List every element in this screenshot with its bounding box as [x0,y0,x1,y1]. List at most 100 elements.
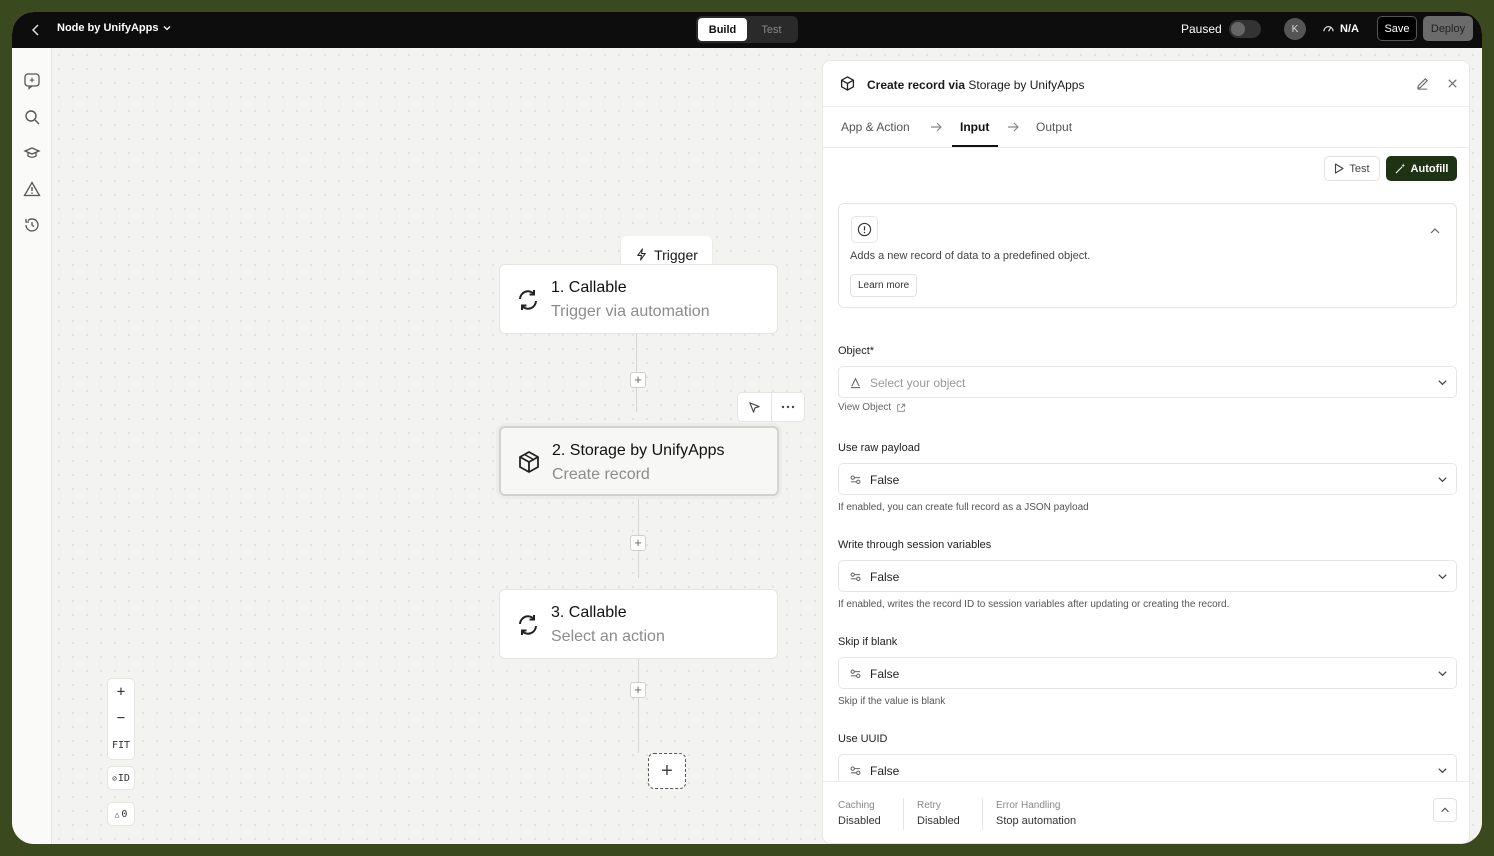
raw-payload-label: Use raw payload [838,442,920,454]
tab-test[interactable]: Test [747,18,796,41]
object-select[interactable]: Select your object [838,366,1457,398]
learn-more-button[interactable]: Learn more [850,274,918,297]
retry-setting[interactable]: Retry Disabled [917,800,960,827]
ids-label: ID [117,772,130,784]
test-step-button[interactable]: Test [1324,156,1380,181]
toggle-ids-button[interactable]: ⊘ ID [107,766,135,790]
object-label: Object* [838,345,875,357]
magic-wand-icon [1395,163,1405,174]
error-handling-setting[interactable]: Error Handling Stop automation [996,800,1076,827]
chevron-up-icon[interactable] [1428,224,1442,238]
step-config-panel: Create record via Storage by UnifyApps A… [822,60,1470,844]
add-step-button[interactable]: + [630,535,646,551]
cube-icon [839,75,856,92]
app-title: Node by UnifyApps [57,22,159,34]
paused-toggle[interactable] [1229,20,1261,38]
tab-input[interactable]: Input [960,120,989,134]
add-step-button[interactable]: + [630,682,646,698]
chevron-down-icon [1436,473,1449,486]
caching-setting[interactable]: Caching Disabled [838,800,881,827]
zoom-controls: + − FIT [107,678,135,760]
node-title: 2. Storage by UnifyApps [552,442,725,459]
session-vars-select[interactable]: False [838,560,1457,592]
raw-payload-help: If enabled, you can create full record a… [838,502,1089,513]
refresh-cycle-icon [515,287,541,313]
raw-payload-select[interactable]: False [838,463,1457,495]
skip-blank-value: False [870,667,900,681]
sparkle-chat-icon[interactable] [23,72,41,90]
divider [903,798,904,830]
speed-indicator[interactable]: N/A [1322,22,1359,35]
toggle-type-icon [849,473,862,486]
connector-line [636,322,637,412]
more-options-icon[interactable] [772,393,805,421]
node-subtitle: Select an action [551,628,665,645]
autofill-label: Autofill [1410,162,1449,175]
save-button[interactable]: Save [1377,16,1417,41]
left-rail [12,48,52,844]
chevron-up-icon [1441,807,1449,813]
arrow-right-icon [1006,120,1020,134]
add-step-button[interactable]: + [630,372,646,388]
app-title-dropdown[interactable]: Node by UnifyApps [57,22,172,34]
node-subtitle: Create record [552,466,650,483]
warnings-count-button[interactable]: △ 0 [107,802,135,826]
skip-blank-select[interactable]: False [838,657,1457,689]
workflow-node-2[interactable]: 2. Storage by UnifyApps Create record [499,426,779,496]
mode-switch: Build Test [696,16,798,43]
info-circle-icon [851,216,878,243]
speed-label: N/A [1340,22,1359,35]
test-label: Test [1349,162,1370,175]
node-title: 3. Callable [551,604,627,621]
search-icon[interactable] [23,108,41,126]
zoom-out-button[interactable]: − [117,705,125,731]
object-placeholder: Select your object [870,376,966,390]
autofill-button[interactable]: Autofill [1386,156,1457,181]
cursor-icon[interactable] [738,393,772,421]
workflow-node-1[interactable]: 1. Callable Trigger via automation [499,264,778,334]
avatar[interactable]: K [1284,18,1306,40]
chevron-down-icon [1436,570,1449,583]
warning-icon[interactable] [23,180,41,198]
action-description: Adds a new record of data to a predefine… [850,250,1091,262]
expand-settings-button[interactable] [1433,798,1457,822]
uuid-label: Use UUID [838,733,888,745]
external-link-icon [897,403,906,412]
toggle-type-icon [849,570,862,583]
add-final-step-button[interactable]: + [648,753,686,789]
panel-title: Create record via Storage by UnifyApps [867,78,1085,92]
back-arrow-icon[interactable] [28,22,44,38]
active-tab-indicator [952,145,998,147]
deploy-button[interactable]: Deploy [1423,16,1473,41]
play-icon [1335,163,1344,174]
workflow-node-3[interactable]: 3. Callable Select an action [499,589,778,659]
object-type-icon [849,376,862,389]
connector-line [638,486,639,578]
tab-app-action[interactable]: App & Action [841,120,910,134]
node-title: 1. Callable [551,279,627,296]
tab-build[interactable]: Build [698,18,747,41]
trigger-label: Trigger [654,246,698,263]
view-object-link[interactable]: View Object [838,402,906,413]
chevron-down-icon [1436,667,1449,680]
pencil-icon[interactable] [1415,76,1430,91]
history-icon[interactable] [23,216,41,234]
chevron-down-icon [1436,376,1449,389]
toggle-type-icon [849,667,862,680]
graduation-cap-icon[interactable] [23,144,41,162]
zoom-in-button[interactable]: + [117,679,125,705]
fit-button[interactable]: FIT [112,731,130,759]
chevron-down-icon [1436,764,1449,777]
close-icon[interactable] [1445,76,1460,91]
connector-line [638,648,639,753]
divider [982,798,983,830]
skip-blank-help: Skip if the value is blank [838,696,946,707]
node-subtitle: Trigger via automation [551,303,710,320]
warning-icon: △ [114,809,120,819]
node-toolbar [737,392,805,422]
tab-output[interactable]: Output [1036,120,1072,134]
action-info-card: Adds a new record of data to a predefine… [838,203,1457,308]
lightning-icon [637,248,646,261]
gauge-icon [1323,26,1334,32]
app-frame: Node by UnifyApps Build Test Paused K N/… [12,12,1482,844]
